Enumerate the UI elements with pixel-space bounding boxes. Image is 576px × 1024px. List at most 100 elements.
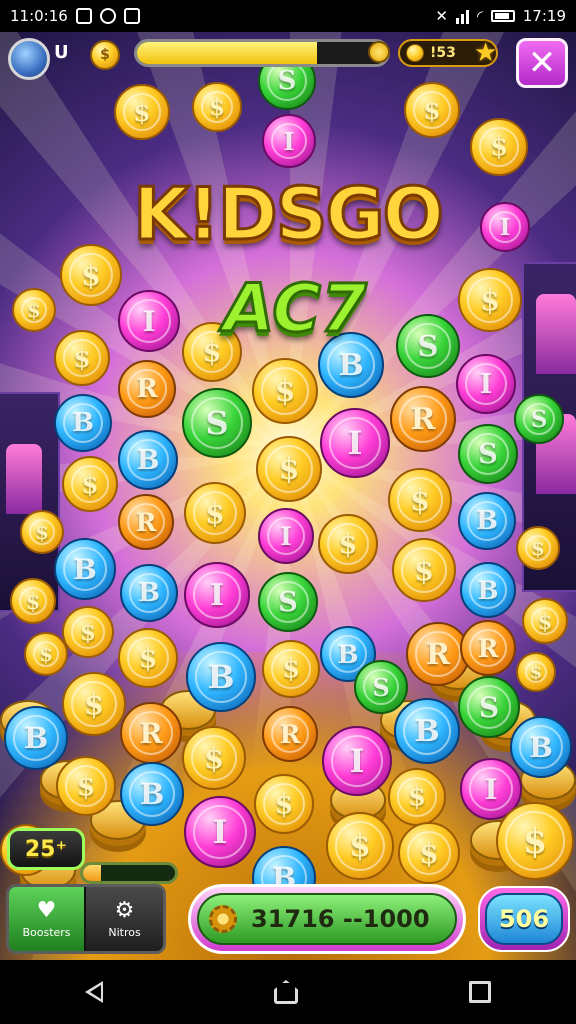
gold-coin[interactable]: $	[522, 598, 568, 644]
game-logo-title: K!DSGO	[132, 171, 446, 258]
status-clock: 17:19	[522, 7, 566, 25]
blue-coin[interactable]: B	[186, 642, 256, 712]
blue-coin[interactable]: B	[4, 706, 68, 770]
blue-coin[interactable]: B	[120, 762, 184, 826]
gold-coin[interactable]: $	[20, 510, 64, 554]
star-icon: ★	[474, 38, 498, 68]
status-bar: 11:0:16 ✕ ◜ 17:19	[0, 0, 576, 32]
orange-coin[interactable]: R	[262, 706, 318, 762]
gold-coin[interactable]: $	[388, 768, 446, 826]
gold-coin[interactable]: $	[54, 330, 110, 386]
gold-coin[interactable]: $	[252, 358, 318, 424]
orange-coin[interactable]: R	[118, 494, 174, 550]
green-coin[interactable]: S	[458, 424, 518, 484]
status-time: 11:0:16	[10, 7, 68, 25]
blue-coin[interactable]: B	[394, 698, 460, 764]
boosters-label: Boosters	[22, 925, 71, 939]
home-icon[interactable]	[273, 980, 298, 1004]
gold-coin[interactable]: $	[114, 84, 170, 140]
back-icon[interactable]	[85, 981, 104, 1003]
green-coin[interactable]: S	[458, 676, 520, 738]
gold-coin[interactable]: $	[404, 82, 460, 138]
coin-icon	[406, 44, 424, 62]
spin-button[interactable]: 31716 --1000	[188, 884, 466, 954]
wifi-icon: ◜	[476, 7, 483, 25]
gold-coin[interactable]: $	[62, 606, 114, 658]
mute-icon: ✕	[435, 7, 448, 25]
gold-coin[interactable]: $	[12, 288, 56, 332]
gold-coin[interactable]: $	[392, 538, 456, 602]
gold-coin[interactable]: $	[192, 82, 242, 132]
gold-coin[interactable]: $	[470, 118, 528, 176]
pink-coin[interactable]: I	[456, 354, 516, 414]
level-progress-bar	[134, 39, 390, 67]
gold-coin[interactable]: $	[182, 726, 246, 790]
blue-coin[interactable]: B	[460, 562, 516, 618]
pink-coin[interactable]: I	[480, 202, 530, 252]
gold-coin[interactable]: $	[318, 514, 378, 574]
pink-coin[interactable]: I	[184, 562, 250, 628]
gold-coin[interactable]: $	[62, 456, 118, 512]
green-coin[interactable]: S	[354, 660, 408, 714]
game-logo-subtitle: AC7	[222, 269, 368, 349]
gold-coin[interactable]: $	[262, 640, 320, 698]
boost-meter-fill	[83, 865, 102, 881]
gold-coin[interactable]: $	[62, 672, 126, 736]
gold-coin[interactable]: $	[516, 652, 556, 692]
signal-icon	[455, 8, 469, 24]
cog-icon	[209, 905, 237, 933]
recents-icon[interactable]	[468, 981, 491, 1003]
coin-icon: $	[90, 40, 120, 70]
pink-coin[interactable]: I	[322, 726, 392, 796]
green-coin[interactable]: S	[258, 572, 318, 632]
spin-button-inner: 31716 --1000	[197, 893, 457, 945]
notification-icon	[75, 8, 92, 24]
bet-button[interactable]: 506	[478, 886, 570, 952]
level-progress-fill	[137, 42, 317, 64]
boost-meter	[80, 862, 178, 884]
gold-coin[interactable]: $	[458, 268, 522, 332]
game-scene[interactable]: $ $ S $ $ I I $ $ I $ $ B S $ R I B S $ R S B I $ S $ $ R $ I $ $ B $ B B I S $…	[0, 32, 576, 960]
gold-coin[interactable]: $	[56, 756, 116, 816]
orange-coin[interactable]: R	[390, 386, 456, 452]
building-window	[6, 444, 42, 514]
pink-coin[interactable]: I	[262, 114, 316, 168]
blue-coin[interactable]: B	[120, 564, 178, 622]
gold-coin[interactable]: $	[254, 774, 314, 834]
player-avatar[interactable]	[8, 38, 50, 80]
status-right: ✕ ◜ 17:19	[435, 7, 566, 25]
close-button[interactable]: ✕	[516, 38, 568, 88]
blue-coin[interactable]: B	[118, 430, 178, 490]
battery-icon	[490, 10, 515, 22]
nitros-button[interactable]: ⚙ Nitros	[86, 887, 163, 951]
orange-coin[interactable]: R	[120, 702, 182, 764]
gold-coin[interactable]: $	[516, 526, 560, 570]
orange-coin[interactable]: R	[118, 360, 176, 418]
pink-coin[interactable]: I	[258, 508, 314, 564]
gear-icon: ⚙	[114, 897, 135, 923]
system-nav-bar	[0, 960, 576, 1024]
gold-coin[interactable]: $	[184, 482, 246, 544]
pink-coin[interactable]: I	[184, 796, 256, 868]
bet-value: 506	[485, 893, 563, 945]
gold-coin[interactable]: $	[118, 628, 178, 688]
orange-coin[interactable]: R	[460, 620, 516, 676]
gold-coin[interactable]: $	[256, 436, 322, 502]
gold-coin[interactable]: $	[10, 578, 56, 624]
blue-coin[interactable]: B	[54, 394, 112, 452]
gold-coin[interactable]: $	[24, 632, 68, 676]
green-coin[interactable]: S	[182, 388, 252, 458]
gold-coin[interactable]: $	[496, 802, 574, 880]
blue-coin[interactable]: B	[458, 492, 516, 550]
blue-coin[interactable]: B	[510, 716, 572, 778]
gold-coin[interactable]: $	[398, 822, 460, 884]
blue-coin[interactable]: B	[54, 538, 116, 600]
spin-value: 31716 --1000	[251, 905, 430, 933]
boosters-button[interactable]: ♥ Boosters	[9, 887, 87, 951]
pink-coin[interactable]: I	[118, 290, 180, 352]
sync-icon	[99, 8, 116, 24]
green-coin[interactable]: S	[514, 394, 564, 444]
pink-coin[interactable]: I	[320, 408, 390, 478]
gold-coin[interactable]: $	[388, 468, 452, 532]
gold-coin[interactable]: $	[326, 812, 394, 880]
